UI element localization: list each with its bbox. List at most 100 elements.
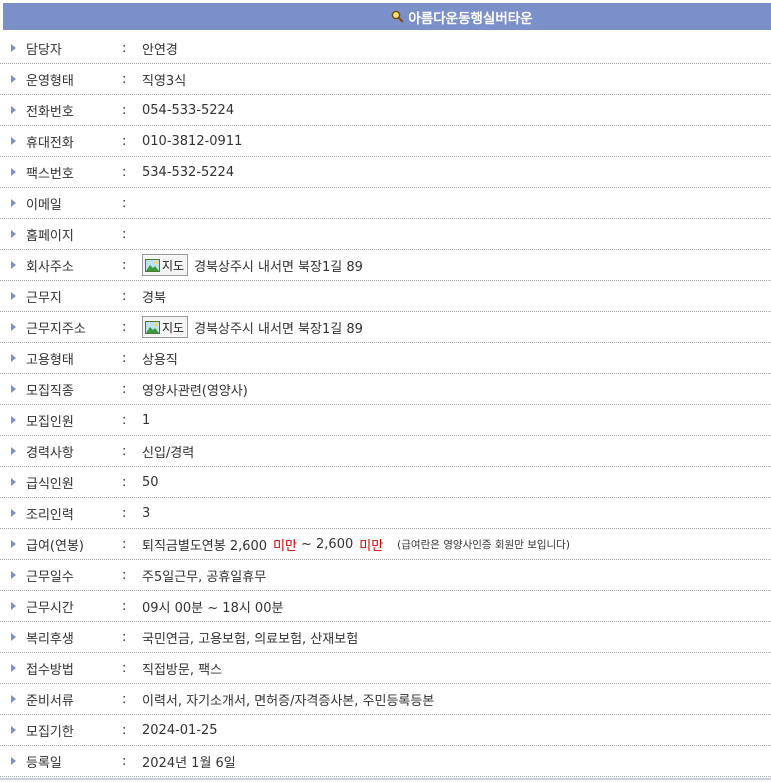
row-colon: : bbox=[122, 443, 127, 459]
row-colon: : bbox=[122, 381, 127, 397]
row-label: 복리후생 bbox=[26, 631, 74, 647]
row-experience: 경력사항 : 신입/경력 bbox=[0, 436, 771, 467]
row-label: 고용형태 bbox=[26, 352, 74, 368]
row-value: 534-532-5224 bbox=[142, 164, 235, 180]
arrow-icon bbox=[11, 540, 16, 548]
row-label: 휴대전화 bbox=[26, 135, 74, 151]
arrow-icon bbox=[11, 633, 16, 641]
row-colon: : bbox=[122, 195, 127, 211]
arrow-icon bbox=[11, 447, 16, 455]
row-work-days: 근무일수 : 주5일근무, 공휴일휴무 bbox=[0, 560, 771, 591]
salary-prefix: 퇴직금별도연봉 2,600 bbox=[142, 538, 268, 554]
row-workplace: 근무지 : 경북 bbox=[0, 281, 771, 312]
row-label: 근무일수 bbox=[26, 569, 74, 585]
row-value: 주5일근무, 공휴일휴무 bbox=[142, 569, 267, 585]
row-value: 2024년 1월 6일 bbox=[142, 755, 236, 771]
row-colon: : bbox=[122, 350, 127, 366]
page-title: 아름다운동행실버타운 bbox=[408, 10, 533, 27]
row-label: 팩스번호 bbox=[26, 166, 74, 182]
workplace-address-text: 경북상주시 내서면 북장1길 89 bbox=[194, 321, 363, 337]
row-work-hours: 근무시간 : 09시 00분 ~ 18시 00분 bbox=[0, 591, 771, 622]
search-icon bbox=[391, 10, 404, 23]
row-colon: : bbox=[122, 226, 127, 242]
row-value: 지도 경북상주시 내서면 북장1길 89 bbox=[142, 316, 363, 338]
arrow-icon bbox=[11, 757, 16, 765]
row-value: 054-533-5224 bbox=[142, 102, 235, 118]
row-value: 경북 bbox=[142, 290, 166, 306]
row-deadline: 모집기한 : 2024-01-25 bbox=[0, 715, 771, 746]
row-company-address: 회사주소 : 지도 경북상주시 내서면 북장1길 89 bbox=[0, 250, 771, 281]
company-header: 아름다운동행실버타운 bbox=[3, 3, 771, 30]
row-value: 영양사관련(영양사) bbox=[142, 383, 248, 399]
row-colon: : bbox=[122, 257, 127, 273]
row-contact-person: 담당자 : 안연경 bbox=[0, 33, 771, 64]
row-label: 모집인원 bbox=[26, 414, 74, 430]
row-value: 퇴직금별도연봉 2,600 미만 ~ 2,600 미만 (급여란은 영양사인증 … bbox=[142, 535, 570, 554]
arrow-icon bbox=[11, 75, 16, 83]
row-value: 09시 00분 ~ 18시 00분 bbox=[142, 600, 284, 616]
arrow-icon bbox=[11, 354, 16, 362]
row-mobile: 휴대전화 : 010-3812-0911 bbox=[0, 126, 771, 157]
row-cooking-staff: 조리인력 : 3 bbox=[0, 498, 771, 529]
row-label: 운영형태 bbox=[26, 73, 74, 89]
row-value: 신입/경력 bbox=[142, 445, 195, 461]
row-label: 경력사항 bbox=[26, 445, 74, 461]
arrow-icon bbox=[11, 509, 16, 517]
row-value: 안연경 bbox=[142, 42, 178, 58]
row-homepage: 홈페이지 : bbox=[0, 219, 771, 250]
salary-range-end: ~ 2,600 bbox=[301, 536, 354, 552]
arrow-icon bbox=[11, 416, 16, 424]
map-button-label: 지도 bbox=[162, 320, 185, 335]
arrow-icon bbox=[11, 292, 16, 300]
row-salary: 급여(연봉) : 퇴직금별도연봉 2,600 미만 ~ 2,600 미만 (급여… bbox=[0, 529, 771, 560]
row-colon: : bbox=[122, 102, 127, 118]
row-colon: : bbox=[122, 598, 127, 614]
row-colon: : bbox=[122, 412, 127, 428]
arrow-icon bbox=[11, 571, 16, 579]
row-colon: : bbox=[122, 722, 127, 738]
salary-note: (급여란은 영양사인증 회원만 보입니다) bbox=[397, 538, 570, 551]
row-colon: : bbox=[122, 40, 127, 56]
arrow-icon bbox=[11, 261, 16, 269]
row-label: 홈페이지 bbox=[26, 228, 74, 244]
row-value: 50 bbox=[142, 474, 159, 490]
row-benefits: 복리후생 : 국민연금, 고용보험, 의료보험, 산재보험 bbox=[0, 622, 771, 653]
map-button-label: 지도 bbox=[162, 258, 185, 273]
row-job-category: 모집직종 : 영양사관련(영양사) bbox=[0, 374, 771, 405]
row-label: 등록일 bbox=[26, 755, 62, 771]
row-label: 준비서류 bbox=[26, 693, 74, 709]
row-colon: : bbox=[122, 567, 127, 583]
row-value: 1 bbox=[142, 412, 151, 428]
arrow-icon bbox=[11, 168, 16, 176]
row-headcount: 모집인원 : 1 bbox=[0, 405, 771, 436]
arrow-icon bbox=[11, 106, 16, 114]
row-label: 회사주소 bbox=[26, 259, 74, 275]
map-icon bbox=[145, 320, 160, 334]
row-value: 직영3식 bbox=[142, 73, 187, 89]
bottom-divider bbox=[0, 778, 771, 780]
row-application-method: 접수방법 : 직접방문, 팩스 bbox=[0, 653, 771, 684]
row-phone: 전화번호 : 054-533-5224 bbox=[0, 95, 771, 126]
row-required-documents: 준비서류 : 이력서, 자기소개서, 면허증/자격증사본, 주민등록등본 bbox=[0, 684, 771, 715]
row-label: 모집기한 bbox=[26, 724, 74, 740]
row-meal-count: 급식인원 : 50 bbox=[0, 467, 771, 498]
row-workplace-address: 근무지주소 : 지도 경북상주시 내서면 북장1길 89 bbox=[0, 312, 771, 343]
row-value: 3 bbox=[142, 505, 151, 521]
arrow-icon bbox=[11, 664, 16, 672]
row-colon: : bbox=[122, 691, 127, 707]
arrow-icon bbox=[11, 695, 16, 703]
row-colon: : bbox=[122, 629, 127, 645]
row-colon: : bbox=[122, 536, 127, 552]
map-button[interactable]: 지도 bbox=[142, 316, 189, 338]
row-label: 접수방법 bbox=[26, 662, 74, 678]
salary-below-label: 미만 bbox=[359, 538, 384, 554]
salary-below-label: 미만 bbox=[273, 538, 297, 554]
arrow-icon bbox=[11, 602, 16, 610]
map-button[interactable]: 지도 bbox=[142, 254, 189, 276]
arrow-icon bbox=[11, 385, 16, 393]
arrow-icon bbox=[11, 726, 16, 734]
row-colon: : bbox=[122, 505, 127, 521]
row-colon: : bbox=[122, 319, 127, 335]
row-label: 담당자 bbox=[26, 42, 62, 58]
row-value: 직접방문, 팩스 bbox=[142, 662, 223, 678]
